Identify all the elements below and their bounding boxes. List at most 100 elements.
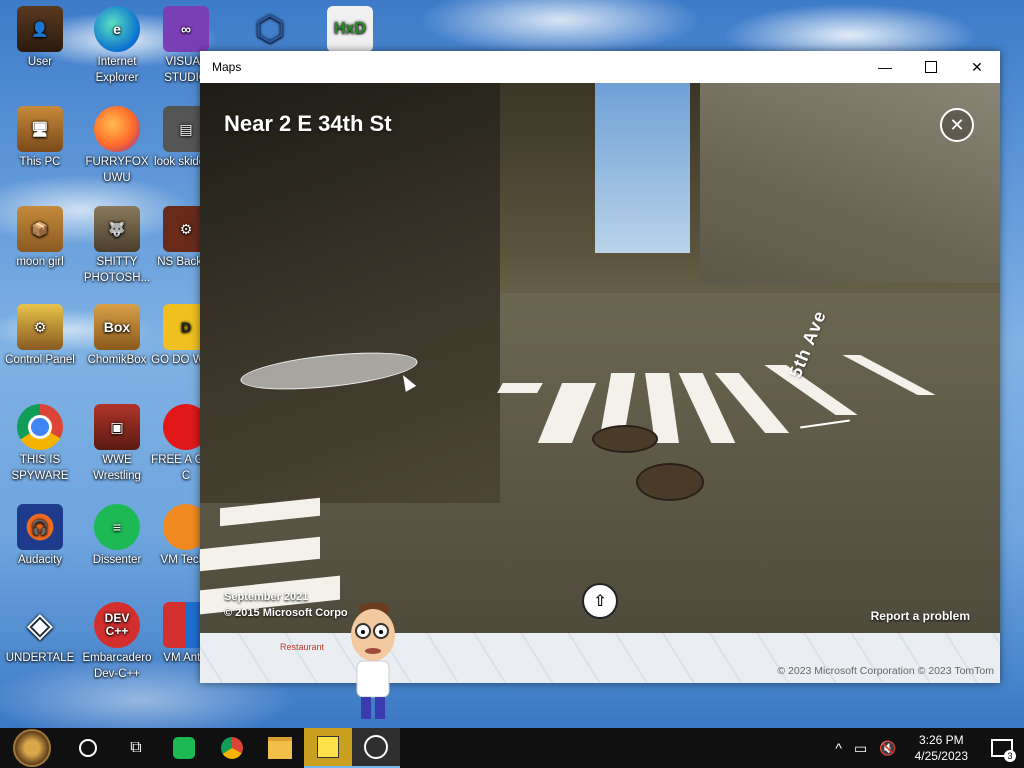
arrow-up-icon: ⇧ — [593, 593, 607, 610]
task-view-button[interactable]: ⧉ — [112, 728, 160, 768]
folder-icon — [268, 737, 292, 759]
taskbar-maps[interactable] — [352, 728, 400, 768]
close-icon: ✕ — [971, 58, 983, 75]
desktop-buddy-character[interactable] — [343, 603, 403, 725]
maps-icon — [364, 735, 388, 759]
title-bar[interactable]: Maps — ✕ — [200, 51, 1000, 83]
desktop-icon-moon-girl[interactable]: 📦 moon girl — [0, 206, 80, 270]
desktop-icon-label: This PC — [19, 156, 61, 168]
desktop-icon-label: Internet Explorer — [95, 56, 139, 84]
manhole — [636, 463, 704, 501]
minimize-icon: — — [878, 59, 892, 75]
clock-time: 3:26 PM — [918, 733, 964, 747]
close-circle-icon: ✕ — [949, 114, 965, 135]
hxd-icon: HxD — [327, 6, 373, 52]
audacity-icon: 🎧 — [17, 504, 63, 550]
taskbar-chrome[interactable] — [208, 728, 256, 768]
this-pc-icon: 🖥 — [17, 106, 63, 152]
desktop-icon-label: THIS IS SPYWARE — [11, 454, 69, 482]
desktop-icon-audacity[interactable]: 🎧 Audacity — [0, 504, 80, 568]
chomikbox-icon: Box — [94, 304, 140, 350]
building-left — [200, 83, 500, 503]
desktop-icon-label: Embarcadero Dev-C++ — [82, 652, 152, 680]
task-view-icon: ⧉ — [130, 739, 142, 756]
desktop-icon-internet-explorer[interactable]: e Internet Explorer — [77, 6, 157, 86]
gimp-icon: 🐺 — [94, 206, 140, 252]
clock-date: 4/25/2023 — [914, 749, 968, 763]
start-icon — [13, 729, 51, 767]
close-streetside-button[interactable]: ✕ — [940, 108, 974, 142]
desktop-icon-label: Control Panel — [5, 354, 75, 366]
volume-muted-icon[interactable]: 🔇 — [873, 740, 902, 757]
report-problem-link[interactable]: Report a problem — [871, 609, 970, 623]
start-button[interactable] — [0, 728, 64, 768]
streetside-view[interactable]: Near 2 E 34th St ✕ 5th Ave September 202… — [200, 83, 1000, 633]
desktop-icon-hxd[interactable]: HxD — [310, 6, 390, 54]
taskbar-dissenter[interactable] — [160, 728, 208, 768]
desktop-icon-devcpp[interactable]: DEV C++ Embarcadero Dev-C++ — [77, 602, 157, 682]
desktop-icon-label: FURRYFOX UWU — [85, 156, 149, 184]
desktop-icon-dissenter[interactable]: ≡ Dissenter — [77, 504, 157, 568]
cube-icon: ⬡ — [255, 10, 285, 48]
window-title: Maps — [212, 60, 242, 74]
action-center-button[interactable]: 3 — [980, 728, 1024, 768]
visual-studio-icon: ∞ — [163, 6, 209, 52]
unity-icon: ◈ — [26, 606, 54, 644]
desktop-icon-label: Dissenter — [92, 554, 142, 566]
desktop-icon-chomikbox[interactable]: Box ChomikBox — [77, 304, 157, 368]
chevron-up-icon[interactable]: ^ — [829, 740, 848, 756]
desktop-icon-undertale[interactable]: ◈ UNDERTALE — [0, 602, 80, 666]
desktop-icon-chrome-spyware[interactable]: THIS IS SPYWARE — [0, 404, 80, 484]
desktop-icon-label: SHITTY PHOTOSH... — [83, 256, 151, 284]
desktop-icon-user[interactable]: 👤 User — [0, 6, 80, 70]
sticky-notes-icon — [317, 736, 339, 758]
map-place-label: Restaurant — [280, 642, 325, 652]
maximize-button[interactable] — [908, 51, 954, 83]
location-title: Near 2 E 34th St — [224, 111, 392, 136]
map-copyright: © 2023 Microsoft Corporation © 2023 TomT… — [777, 665, 994, 677]
desktop-icon-label: moon girl — [16, 256, 64, 268]
taskbar-file-explorer[interactable] — [256, 728, 304, 768]
manhole — [592, 425, 658, 453]
crosswalk-stripe — [497, 383, 543, 393]
minimize-button[interactable]: — — [862, 51, 908, 83]
circle-search-icon — [79, 739, 97, 757]
streetside-position-button[interactable]: ⇧ — [582, 583, 618, 619]
network-icon[interactable]: ▭ — [848, 740, 873, 757]
maps-window: Maps — ✕ Near 2 E 34th St ✕ 5th Ave Sept… — [200, 51, 1000, 683]
desktop-icon-control-panel[interactable]: ⚙ Control Panel — [0, 304, 80, 368]
dissenter-icon — [173, 737, 195, 759]
mini-map[interactable]: Restaurant © 2023 Microsoft Corporation … — [200, 633, 1000, 683]
desktop-icon-wwe[interactable]: ▣ WWE Wrestling — [77, 404, 157, 484]
desktop-icon-this-pc[interactable]: 🖥 This PC — [0, 106, 80, 170]
chrome-icon — [17, 404, 63, 450]
desktop-icon-label: Audacity — [17, 554, 63, 566]
close-button[interactable]: ✕ — [954, 51, 1000, 83]
desktop-icon-label: WWE Wrestling — [93, 454, 141, 482]
desktop-icon-label: ChomikBox — [87, 354, 147, 366]
desktop-icon-label: UNDERTALE — [5, 652, 75, 664]
streetside-copyright: © 2015 Microsoft Corpo — [224, 607, 348, 619]
taskbar-sticky-notes[interactable] — [304, 728, 352, 768]
edge-icon: e — [94, 6, 140, 52]
user-folder-icon: 👤 — [17, 6, 63, 52]
control-panel-icon: ⚙ — [17, 304, 63, 350]
firefox-icon — [94, 106, 140, 152]
desktop-icon-label: User — [27, 56, 53, 68]
capture-date: September 2021 — [224, 591, 309, 603]
moon-girl-icon: 📦 — [17, 206, 63, 252]
desktop-icon-gimp[interactable]: 🐺 SHITTY PHOTOSH... — [77, 206, 157, 286]
desktop-icon-virtualbox[interactable]: ⬡ — [230, 6, 310, 54]
system-tray: ^ ▭ 🔇 3:26 PM 4/25/2023 3 — [829, 728, 1024, 768]
taskbar: ⧉ ^ ▭ 🔇 3:26 PM 4/25/2023 3 — [0, 728, 1024, 768]
notification-badge: 3 — [1004, 750, 1016, 762]
devcpp-icon: DEV C++ — [94, 602, 140, 648]
dissenter-icon: ≡ — [94, 504, 140, 550]
sky — [595, 83, 690, 253]
wwe-icon: ▣ — [94, 404, 140, 450]
clock[interactable]: 3:26 PM 4/25/2023 — [903, 732, 980, 764]
maximize-icon — [925, 61, 937, 73]
desktop-icon-furryfox[interactable]: FURRYFOX UWU — [77, 106, 157, 186]
chrome-icon — [221, 737, 243, 759]
cortana-search-button[interactable] — [64, 728, 112, 768]
